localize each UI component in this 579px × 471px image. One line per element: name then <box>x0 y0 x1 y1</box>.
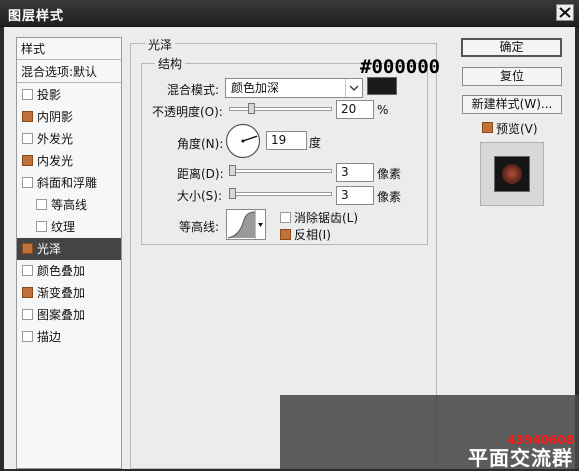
reset-button-label: 复位 <box>499 69 524 83</box>
style-item-checkbox[interactable] <box>22 331 33 342</box>
contour-curve-icon <box>227 211 257 239</box>
opacity-slider-thumb[interactable] <box>248 103 256 114</box>
blend-options-item[interactable]: 混合选项:默认 <box>17 61 121 83</box>
style-item-label: 斜面和浮雕 <box>37 176 98 190</box>
style-item[interactable]: 内阴影 <box>17 106 121 128</box>
blend-mode-select[interactable]: 颜色加深 <box>225 78 363 98</box>
dialog-title: 图层样式 <box>8 9 65 24</box>
blend-mode-label: 混合模式: <box>167 83 220 97</box>
size-input[interactable]: 3 <box>336 186 374 205</box>
caret-down-icon <box>255 210 265 239</box>
antialias-checkbox[interactable] <box>280 212 291 223</box>
style-item[interactable]: 颜色叠加 <box>17 260 121 282</box>
style-item-checkbox[interactable] <box>22 155 33 166</box>
size-unit: 像素 <box>377 190 402 204</box>
opacity-unit: % <box>377 103 389 117</box>
angle-value: 19 <box>271 133 287 147</box>
style-item-label: 内阴影 <box>37 110 74 124</box>
contour-picker[interactable] <box>226 209 266 240</box>
style-item[interactable]: 图案叠加 <box>17 304 121 326</box>
contour-label: 等高线: <box>179 220 220 234</box>
style-item-label: 投影 <box>37 88 62 102</box>
styles-list: 样式 混合选项:默认 投影内阴影外发光内发光斜面和浮雕等高线纹理光泽颜色叠加渐变… <box>16 37 122 469</box>
style-item-checkbox[interactable] <box>22 133 33 144</box>
distance-unit: 像素 <box>377 167 402 181</box>
style-item[interactable]: 内发光 <box>17 150 121 172</box>
style-item-checkbox[interactable] <box>22 177 33 188</box>
angle-unit: 度 <box>309 136 322 150</box>
styles-header-label: 样式 <box>21 42 46 56</box>
antialias-label[interactable]: 消除锯齿(L) <box>294 209 358 226</box>
ok-button-label: 确定 <box>499 40 524 54</box>
style-item-label: 外发光 <box>37 132 74 146</box>
style-item[interactable]: 渐变叠加 <box>17 282 121 304</box>
style-item[interactable]: 等高线 <box>17 194 121 216</box>
style-item-label: 光泽 <box>37 242 62 256</box>
watermark-text: 平面交流群 <box>468 446 573 470</box>
blend-mode-value: 颜色加深 <box>231 81 280 95</box>
close-button[interactable] <box>556 4 574 21</box>
opacity-slider-track[interactable] <box>229 107 332 111</box>
preview-checkbox[interactable] <box>482 122 493 133</box>
style-item[interactable]: 外发光 <box>17 128 121 150</box>
distance-slider-thumb[interactable] <box>229 165 236 176</box>
satin-color-swatch[interactable] <box>367 77 397 95</box>
close-icon <box>559 7 571 18</box>
color-hex-annotation: #000000 <box>360 56 441 78</box>
opacity-input[interactable]: 20 <box>336 100 374 119</box>
chevron-down-icon <box>345 79 362 97</box>
new-style-button[interactable]: 新建样式(W)... <box>462 95 562 114</box>
style-item[interactable]: 光泽 <box>17 238 121 260</box>
style-item-label: 内发光 <box>37 154 74 168</box>
style-item-checkbox[interactable] <box>22 111 33 122</box>
size-label: 大小(S): <box>177 189 223 203</box>
opacity-label: 不透明度(O): <box>152 105 223 119</box>
style-item-checkbox[interactable] <box>36 221 47 232</box>
blend-options-label: 混合选项:默认 <box>21 65 98 79</box>
style-item-checkbox[interactable] <box>22 89 33 100</box>
style-item-label: 纹理 <box>51 220 76 234</box>
angle-dial-icon <box>225 123 261 159</box>
style-item-checkbox[interactable] <box>22 287 33 298</box>
size-slider-track[interactable] <box>229 192 332 196</box>
reset-button[interactable]: 复位 <box>462 67 562 86</box>
structure-group-title: 结构 <box>155 55 186 72</box>
style-item-checkbox[interactable] <box>36 199 47 210</box>
style-item-checkbox[interactable] <box>22 265 33 276</box>
distance-value: 3 <box>341 165 349 179</box>
style-item-checkbox[interactable] <box>22 243 33 254</box>
distance-label: 距离(D): <box>177 167 224 181</box>
styles-header[interactable]: 样式 <box>17 38 121 60</box>
size-value: 3 <box>341 188 349 202</box>
style-item-label: 颜色叠加 <box>37 264 86 278</box>
distance-slider-track[interactable] <box>229 169 332 173</box>
title-bar: 图层样式 <box>0 0 579 27</box>
style-item[interactable]: 投影 <box>17 84 121 106</box>
preview-glow <box>502 164 522 184</box>
size-slider-thumb[interactable] <box>229 188 236 199</box>
style-item-label: 渐变叠加 <box>37 286 86 300</box>
style-item-label: 图案叠加 <box>37 308 86 322</box>
angle-dial[interactable] <box>225 123 261 159</box>
style-item[interactable]: 描边 <box>17 326 121 348</box>
new-style-button-label: 新建样式(W)... <box>471 97 553 111</box>
opacity-value: 20 <box>341 102 357 116</box>
ok-button[interactable]: 确定 <box>461 38 562 57</box>
distance-input[interactable]: 3 <box>336 163 374 182</box>
invert-checkbox[interactable] <box>280 229 291 240</box>
style-item-label: 描边 <box>37 330 62 344</box>
angle-input[interactable]: 19 <box>266 131 307 150</box>
preview-swatch <box>494 156 530 192</box>
satin-group-title: 光泽 <box>145 36 176 53</box>
preview-thumbnail <box>480 142 544 206</box>
style-item[interactable]: 纹理 <box>17 216 121 238</box>
preview-label[interactable]: 预览(V) <box>496 120 538 137</box>
angle-label: 角度(N): <box>177 137 224 151</box>
invert-label[interactable]: 反相(I) <box>294 226 331 243</box>
layer-style-dialog: 图层样式 样式 混合选项:默认 投影 内阴影 外发光 内发光 斜面和浮雕 等高线 纹理 光泽颜… <box>0 0 579 470</box>
style-item[interactable]: 斜面和浮雕 <box>17 172 121 194</box>
style-item-label: 等高线 <box>51 198 88 212</box>
style-item-checkbox[interactable] <box>22 309 33 320</box>
